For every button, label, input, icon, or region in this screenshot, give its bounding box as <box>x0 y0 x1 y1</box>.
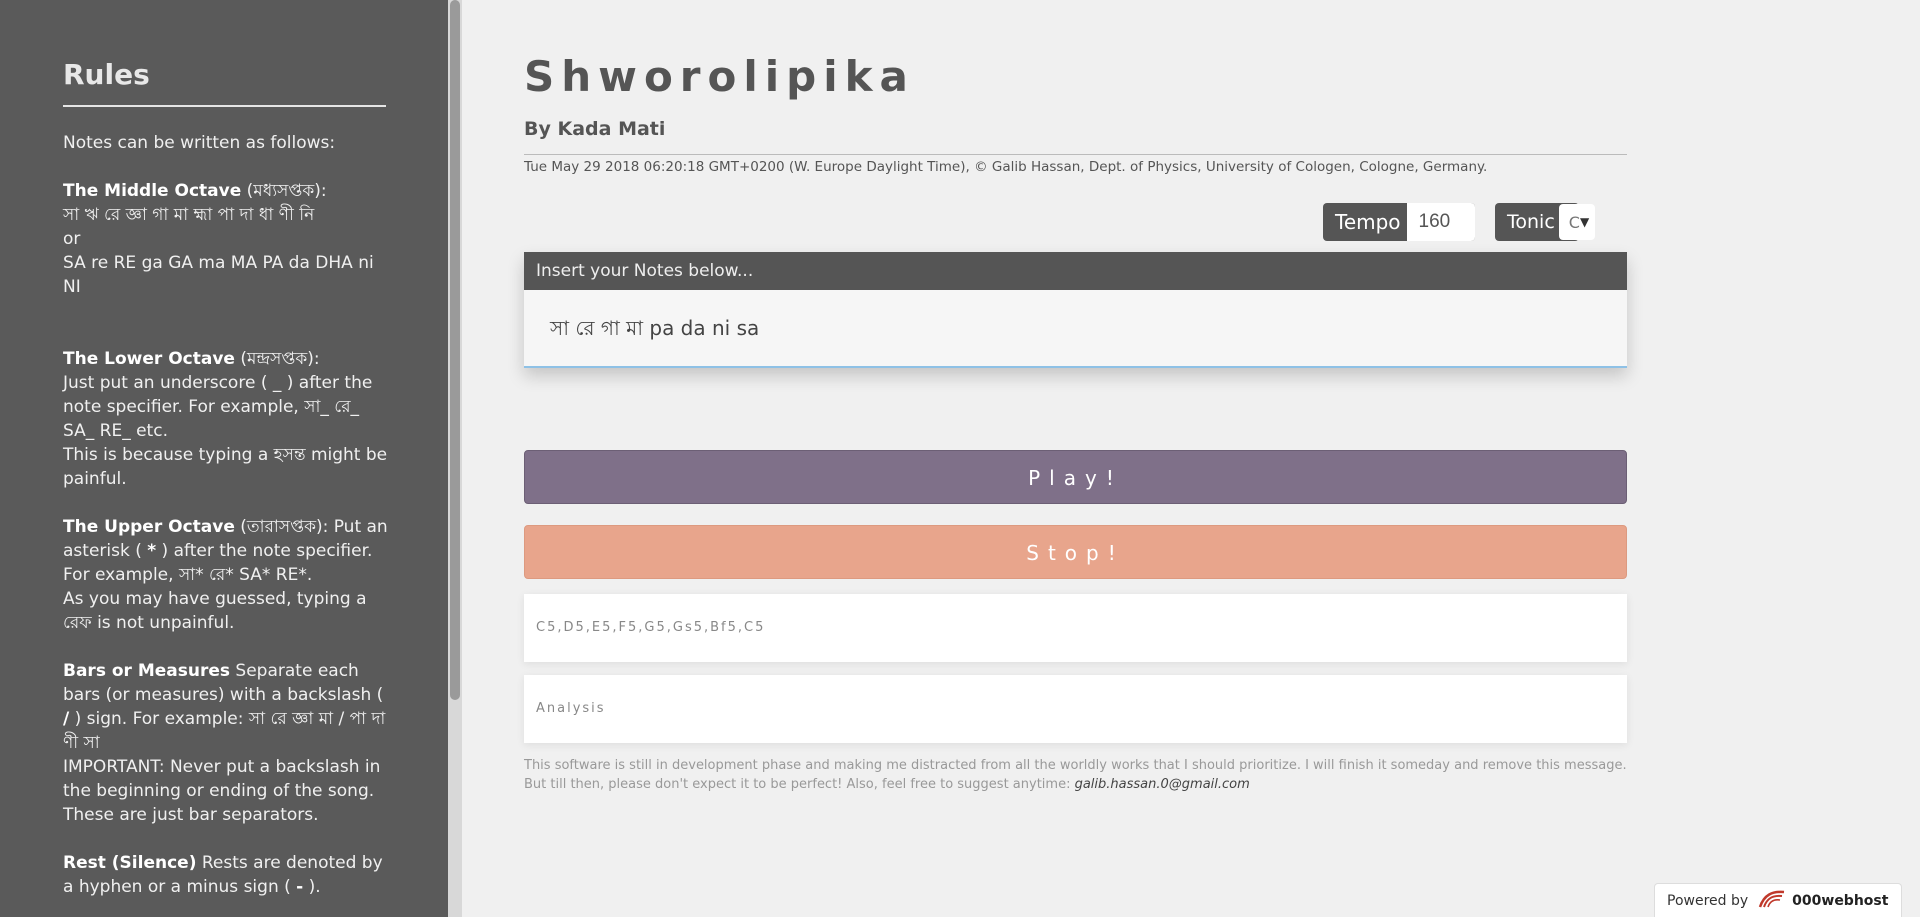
chevron-down-icon: ▼ <box>1579 215 1590 229</box>
play-button[interactable]: Play! <box>524 450 1627 504</box>
powered-by-badge[interactable]: Powered by 000webhost <box>1654 883 1902 917</box>
middle-octave-heading: The Middle Octave (মধ্যসপ্তক): <box>63 179 388 203</box>
tonic-control: Tonic C ▼ <box>1495 203 1596 241</box>
rest-text: Rest (Silence) Rests are denoted by a hy… <box>63 853 383 897</box>
disclaimer-text: This software is still in development ph… <box>524 758 1627 792</box>
notes-header: Insert your Notes below... <box>524 252 1627 290</box>
app-title: Shworolipika <box>524 52 915 101</box>
lower-octave-note: This is because typing a হসন্ত might be … <box>63 445 388 489</box>
converted-notes-output: C5,D5,E5,F5,G5,Gs5,Bf5,C5 <box>524 594 1627 662</box>
webhost-logo-icon <box>1758 889 1786 913</box>
header-divider <box>524 154 1627 155</box>
rest-label: Rest (Silence) <box>63 853 197 873</box>
rules-divider <box>63 105 386 107</box>
middle-octave-en-notes: SA re RE ga GA ma MA PA da DHA ni NI <box>63 253 374 297</box>
tempo-label: Tempo <box>1335 210 1401 234</box>
tonic-label: Tonic <box>1507 211 1555 233</box>
notes-input[interactable]: সা রে গা মা pa da ni sa <box>524 290 1627 368</box>
stop-button[interactable]: Stop! <box>524 525 1627 579</box>
analysis-output: Analysis <box>524 675 1627 743</box>
rules-sidebar: Rules Notes can be written as follows: T… <box>0 0 448 917</box>
upper-octave-label: The Upper Octave <box>63 517 235 537</box>
lower-octave-label: The Lower Octave <box>63 349 235 369</box>
dateline: Tue May 29 2018 06:20:18 GMT+0200 (W. Eu… <box>524 159 1488 175</box>
upper-octave-text: The Upper Octave (তারাসপ্তক): Put an ast… <box>63 517 388 585</box>
middle-octave-or: or <box>63 229 81 249</box>
sidebar-scrollbar-thumb[interactable] <box>450 0 460 700</box>
notes-card: Insert your Notes below... সা রে গা মা p… <box>524 252 1627 368</box>
lower-octave-heading: The Lower Octave (মন্দ্রসপ্তক): <box>63 347 388 371</box>
tonic-select[interactable]: C ▼ <box>1558 204 1596 240</box>
rules-content: Rules Notes can be written as follows: T… <box>63 58 388 899</box>
bars-label: Bars or Measures <box>63 661 231 681</box>
middle-octave-bn: (মধ্যসপ্তক): <box>241 181 327 201</box>
bars-text: Bars or Measures Separate each bars (or … <box>63 661 386 753</box>
middle-octave-label: The Middle Octave <box>63 181 242 201</box>
rules-intro: Notes can be written as follows: <box>63 133 336 153</box>
tempo-control: Tempo 160 <box>1323 203 1475 241</box>
upper-octave-note: As you may have guessed, typing a রেফ is… <box>63 589 367 633</box>
contact-email[interactable]: galib.hassan.0@gmail.com <box>1075 777 1250 792</box>
bars-important: IMPORTANT: Never put a backslash in the … <box>63 757 381 825</box>
lower-octave-text: Just put an underscore ( _ ) after the n… <box>63 373 373 441</box>
powered-by-label: Powered by <box>1667 892 1749 909</box>
tempo-input[interactable]: 160 <box>1406 203 1475 241</box>
asterisk-symbol: * <box>147 541 157 561</box>
middle-octave-bn-notes: সা ঋ রে জ্ঞা গা মা হ্মা পা দা ধা ণী নি <box>63 205 315 225</box>
tonic-value: C <box>1568 212 1580 232</box>
rules-title: Rules <box>63 58 150 91</box>
lower-octave-bn: (মন্দ্রসপ্তক): <box>234 349 320 369</box>
author-byline: By Kada Mati <box>524 118 666 140</box>
webhost-brand: 000webhost <box>1792 892 1889 909</box>
